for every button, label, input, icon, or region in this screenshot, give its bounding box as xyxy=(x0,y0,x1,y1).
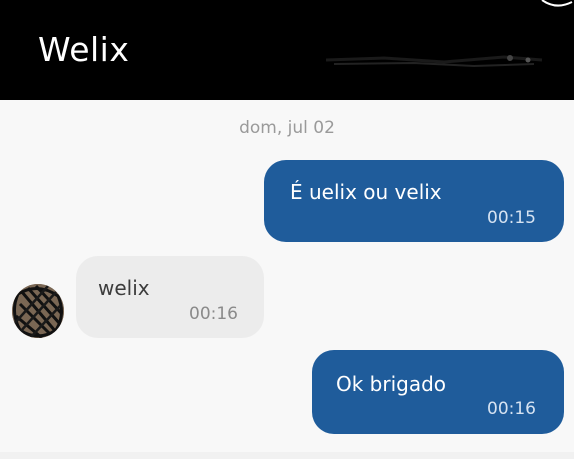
message-text: welix xyxy=(98,276,150,300)
message-bubble-outgoing[interactable]: É uelix ou velix 00:15 xyxy=(264,160,564,242)
avatar[interactable] xyxy=(12,284,64,338)
message-time: 00:16 xyxy=(189,304,238,324)
message-time: 00:16 xyxy=(487,399,536,419)
message-bubble-incoming[interactable]: welix 00:16 xyxy=(76,256,264,338)
contact-name[interactable]: Welix xyxy=(38,30,129,69)
message-time: 00:15 xyxy=(487,208,536,228)
date-divider: dom, jul 02 xyxy=(239,118,335,138)
redaction-scribble-icon xyxy=(325,55,543,68)
scribbled-avatar-icon xyxy=(12,284,64,338)
message-bubble-outgoing[interactable]: Ok brigado 00:16 xyxy=(312,350,564,434)
message-text: É uelix ou velix xyxy=(290,180,442,204)
cropped-icon xyxy=(541,0,573,7)
chat-screen: Welix dom, jul 02 É uelix ou velix 00:15… xyxy=(0,0,574,459)
message-text: Ok brigado xyxy=(336,372,447,396)
bottom-divider xyxy=(0,452,574,459)
chat-header: Welix xyxy=(0,0,574,100)
